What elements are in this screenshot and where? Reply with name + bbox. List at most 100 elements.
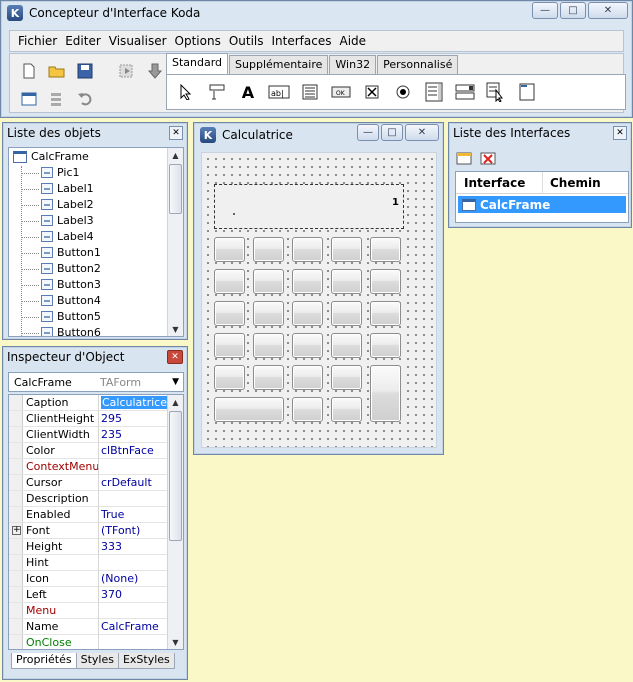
calc-button[interactable] xyxy=(331,397,362,422)
label-tool[interactable] xyxy=(206,81,228,103)
checkbox-tool[interactable] xyxy=(361,81,383,103)
form-design-surface[interactable]: 1 xyxy=(201,152,437,448)
scroll-up-arrow[interactable]: ▲ xyxy=(168,148,183,162)
property-value[interactable] xyxy=(98,634,168,649)
objects-panel-close-button[interactable]: ✕ xyxy=(169,126,183,140)
maximize-button[interactable]: □ xyxy=(560,2,586,19)
save-button[interactable] xyxy=(74,60,96,82)
pointer-tool[interactable] xyxy=(175,81,197,103)
property-value[interactable]: clBtnFace xyxy=(98,442,168,459)
calc-button[interactable] xyxy=(370,365,401,422)
menu-fichier[interactable]: Fichier xyxy=(14,34,61,48)
calc-maximize-button[interactable]: □ xyxy=(381,124,403,141)
property-value[interactable]: CalcFrame xyxy=(98,618,168,635)
calc-button[interactable] xyxy=(253,301,284,326)
scroll-down-arrow[interactable]: ▼ xyxy=(168,635,183,649)
run-button[interactable] xyxy=(116,60,138,82)
property-row[interactable]: Height 333 xyxy=(9,538,168,555)
minimize-button[interactable]: — xyxy=(532,2,558,19)
tree-item[interactable]: Button2 xyxy=(41,262,101,275)
tab-proprietes[interactable]: Propriétés xyxy=(11,653,77,669)
menu-interfaces[interactable]: Interfaces xyxy=(268,34,336,48)
property-value[interactable]: (None) xyxy=(98,570,168,587)
property-value[interactable]: 235 xyxy=(98,426,168,443)
property-row[interactable]: Name CalcFrame xyxy=(9,618,168,635)
tree-item[interactable]: Button4 xyxy=(41,294,101,307)
scroll-thumb[interactable] xyxy=(169,164,182,214)
memo-tool[interactable] xyxy=(299,81,321,103)
calc-close-button[interactable]: ✕ xyxy=(405,124,439,141)
calc-button[interactable] xyxy=(214,269,245,294)
object-selector[interactable]: CalcFrame TAForm ▼ xyxy=(8,372,184,392)
calc-button[interactable] xyxy=(253,269,284,294)
property-row[interactable]: Icon (None) xyxy=(9,570,168,587)
tree-item[interactable]: Label4 xyxy=(41,230,94,243)
calc-button[interactable] xyxy=(331,301,362,326)
calc-button[interactable] xyxy=(331,237,362,262)
tree-item[interactable]: Button3 xyxy=(41,278,101,291)
inspector-close-button[interactable]: ✕ xyxy=(167,350,183,364)
property-row[interactable]: Cursor crDefault xyxy=(9,474,168,491)
edit-tool[interactable]: ab| xyxy=(268,81,290,103)
menu-visualiser[interactable]: Visualiser xyxy=(105,34,171,48)
calc-button[interactable] xyxy=(214,237,245,262)
property-row[interactable]: ClientWidth 235 xyxy=(9,426,168,443)
new-file-button[interactable] xyxy=(18,60,40,82)
property-value[interactable] xyxy=(98,490,168,507)
property-row[interactable]: Enabled True xyxy=(9,506,168,523)
property-grid-scrollbar[interactable]: ▲ ▼ xyxy=(167,395,183,649)
property-row[interactable]: OnClose xyxy=(9,634,168,649)
calculator-display[interactable]: 1 xyxy=(214,184,404,229)
calc-button[interactable] xyxy=(214,365,245,390)
calc-button[interactable] xyxy=(214,397,284,422)
property-row[interactable]: + Font (TFont) xyxy=(9,522,168,539)
build-button[interactable] xyxy=(144,60,166,82)
calc-button[interactable] xyxy=(370,301,401,326)
tree-root-item[interactable]: CalcFrame xyxy=(13,150,89,163)
text-tool[interactable]: A xyxy=(237,81,259,103)
button-tool[interactable]: OK xyxy=(330,81,352,103)
property-row[interactable]: Caption Calculatrice xyxy=(9,395,168,411)
calc-button[interactable] xyxy=(292,333,323,358)
tree-item[interactable]: Label3 xyxy=(41,214,94,227)
scroll-up-arrow[interactable]: ▲ xyxy=(168,395,183,409)
calc-minimize-button[interactable]: — xyxy=(357,124,379,141)
calc-button[interactable] xyxy=(292,237,323,262)
calc-button[interactable] xyxy=(214,333,245,358)
property-row[interactable]: ContextMenu xyxy=(9,458,168,475)
tab-supplementaire[interactable]: Supplémentaire xyxy=(229,55,329,74)
calc-button[interactable] xyxy=(253,333,284,358)
tab-order-button[interactable] xyxy=(46,88,68,110)
interface-row[interactable]: CalcFrame xyxy=(458,196,626,213)
undo-button[interactable] xyxy=(74,88,96,110)
expand-icon[interactable]: + xyxy=(12,526,21,535)
property-value[interactable]: 333 xyxy=(98,538,168,555)
delete-interface-button[interactable] xyxy=(479,150,497,166)
property-value[interactable]: True xyxy=(98,506,168,523)
property-row[interactable]: ClientHeight 295 xyxy=(9,410,168,427)
close-button[interactable]: ✕ xyxy=(588,2,628,19)
interfaces-panel-close-button[interactable]: ✕ xyxy=(613,126,627,140)
calc-button[interactable] xyxy=(370,333,401,358)
tab-standard[interactable]: Standard xyxy=(166,53,229,74)
property-value[interactable] xyxy=(98,554,168,571)
open-file-button[interactable] xyxy=(46,60,68,82)
property-value[interactable]: 370 xyxy=(98,586,168,603)
calc-button[interactable] xyxy=(292,269,323,294)
property-value[interactable] xyxy=(98,602,168,619)
tree-item[interactable]: Label2 xyxy=(41,198,94,211)
calc-button[interactable] xyxy=(292,301,323,326)
tab-styles[interactable]: Styles xyxy=(75,653,119,669)
updown-tool[interactable] xyxy=(485,81,507,103)
menu-editer[interactable]: Editer xyxy=(61,34,105,48)
property-row[interactable]: Hint xyxy=(9,554,168,571)
object-tree-scrollbar[interactable]: ▲ ▼ xyxy=(167,148,183,336)
tree-item[interactable]: Pic1 xyxy=(41,166,80,179)
calc-button[interactable] xyxy=(214,301,245,326)
form-view-button[interactable] xyxy=(18,88,40,110)
property-value[interactable] xyxy=(98,458,168,475)
scroll-down-arrow[interactable]: ▼ xyxy=(168,322,183,336)
calc-button[interactable] xyxy=(292,397,323,422)
property-row[interactable]: Description xyxy=(9,490,168,507)
menu-aide[interactable]: Aide xyxy=(336,34,371,48)
